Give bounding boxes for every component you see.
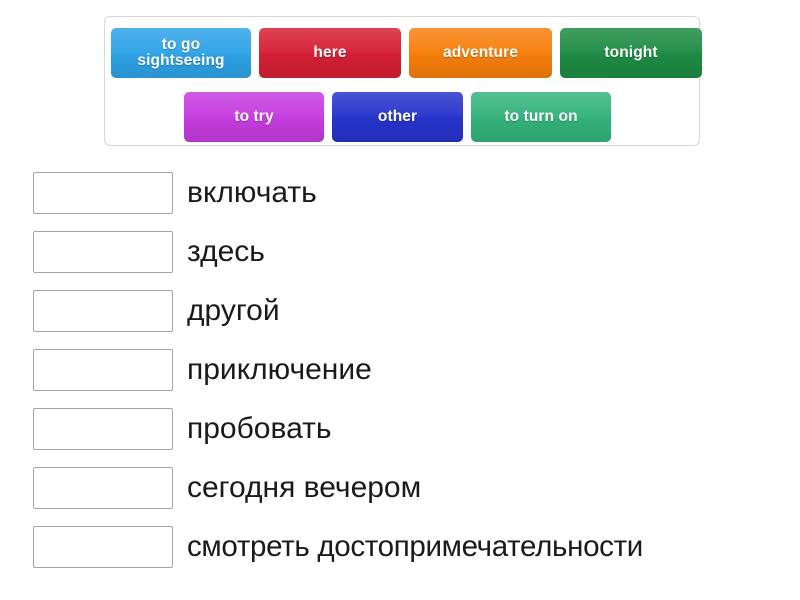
tile-label: tonight	[604, 43, 658, 61]
word-bank-row-2: to try other to turn on	[105, 91, 778, 143]
tile-to-turn-on[interactable]: to turn on	[471, 92, 611, 142]
answer-label: смотреть достопримечательности	[187, 530, 643, 563]
answer-label: включать	[187, 176, 317, 209]
tile-tonight[interactable]: tonight	[560, 28, 702, 78]
answer-row: приключение	[33, 349, 793, 391]
answer-row: включать	[33, 172, 793, 214]
tile-label: other	[377, 107, 418, 125]
answer-label: пробовать	[187, 412, 332, 445]
answer-label: сегодня вечером	[187, 471, 422, 504]
drop-box-2[interactable]	[33, 231, 173, 273]
word-bank-row-1: to go sightseeing here adventure tonight	[105, 27, 705, 79]
tile-label: to try	[234, 107, 274, 125]
drop-box-7[interactable]	[33, 526, 173, 568]
tile-label: here	[313, 43, 347, 61]
drop-box-5[interactable]	[33, 408, 173, 450]
answer-row: смотреть достопримечательности	[33, 526, 793, 568]
drop-box-1[interactable]	[33, 172, 173, 214]
tile-other[interactable]: other	[332, 92, 463, 142]
tile-label: adventure	[443, 43, 518, 61]
tile-here[interactable]: here	[259, 28, 401, 78]
tile-to-try[interactable]: to try	[184, 92, 324, 142]
word-bank-panel: to go sightseeing here adventure tonight …	[104, 16, 702, 146]
answer-row: сегодня вечером	[33, 467, 793, 509]
tile-label: to go sightseeing	[137, 35, 225, 69]
drop-box-6[interactable]	[33, 467, 173, 509]
answer-label: другой	[187, 294, 280, 327]
tile-to-go-sightseeing[interactable]: to go sightseeing	[111, 28, 251, 78]
answer-row: другой	[33, 290, 793, 332]
drop-box-4[interactable]	[33, 349, 173, 391]
tile-label: to turn on	[504, 107, 578, 125]
answer-label: приключение	[187, 353, 372, 386]
tile-adventure[interactable]: adventure	[409, 28, 552, 78]
answer-row: пробовать	[33, 408, 793, 450]
answer-label: здесь	[187, 235, 265, 268]
drop-box-3[interactable]	[33, 290, 173, 332]
answer-row: здесь	[33, 231, 793, 273]
answer-list: включать здесь другой приключение пробов…	[33, 172, 793, 585]
